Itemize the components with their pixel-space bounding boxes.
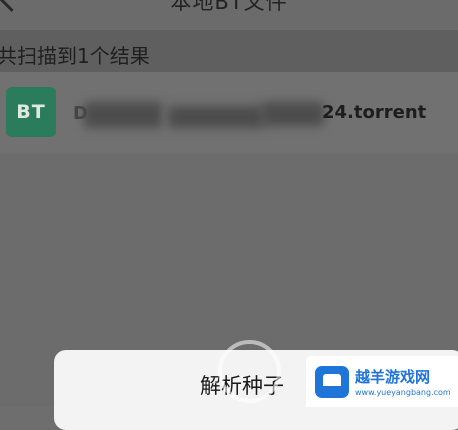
list-item[interactable]: BT D 24.torrent (0, 72, 458, 154)
watermark-badge: 越羊游戏网 www.yueyangbang.com (306, 356, 458, 407)
badge-site-title: 越羊游戏网 (355, 368, 431, 386)
blurred-file-name (262, 102, 324, 126)
blurred-file-name (84, 102, 162, 128)
watermark-logo-icon (218, 340, 281, 403)
scan-count-text: 共扫描到1个结果 (0, 44, 150, 68)
header-bar: 本地BT文件 (0, 0, 458, 30)
scan-count-bar: 共扫描到1个结果 (0, 30, 458, 72)
site-logo-icon (315, 366, 349, 398)
blurred-file-name (168, 106, 264, 128)
page-title: 本地BT文件 (170, 0, 288, 14)
badge-site-url: www.yueyangbang.com (355, 388, 451, 397)
file-name-suffix: 24.torrent (322, 102, 427, 123)
bt-file-icon: BT (6, 87, 56, 137)
